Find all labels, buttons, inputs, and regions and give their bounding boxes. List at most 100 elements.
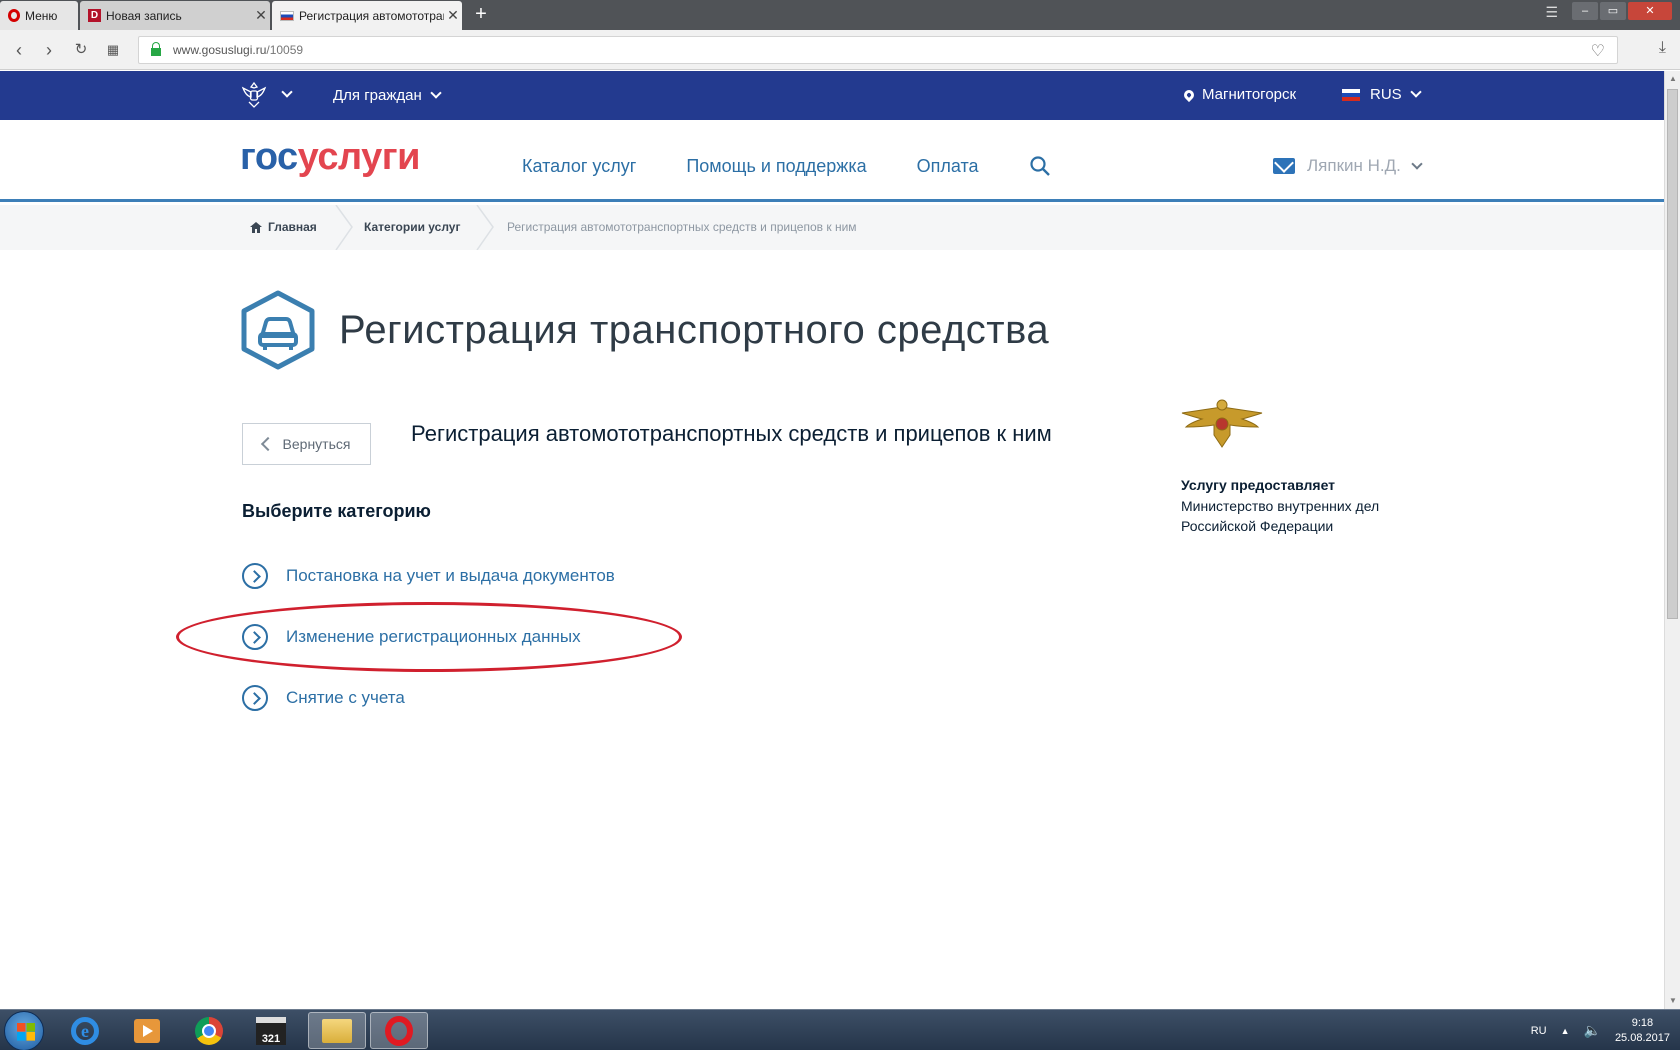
lock-icon <box>151 42 161 56</box>
mvd-eagle-emblem-icon <box>1181 399 1263 448</box>
opera-menu-button[interactable]: Меню <box>0 1 78 30</box>
url-field[interactable]: www.gosuslugi.ru /10059 ♡ <box>138 36 1618 64</box>
chevron-left-icon <box>260 436 275 452</box>
citizens-dropdown[interactable]: Для граждан <box>333 87 442 104</box>
opera-icon <box>385 1015 413 1046</box>
user-name: Ляпкин Н.Д. <box>1307 156 1401 175</box>
logo-part-uslugi: услуги <box>297 136 421 178</box>
taskbar-media-player-classic[interactable]: 321 <box>242 1012 300 1049</box>
show-hidden-icons-icon[interactable]: ▲ <box>1561 1026 1570 1036</box>
input-language[interactable]: RU <box>1531 1025 1547 1037</box>
tab-new-post[interactable]: D Новая запись ✕ <box>80 1 270 30</box>
taskbar-media-player[interactable] <box>118 1012 176 1049</box>
taskbar-chrome[interactable] <box>180 1012 238 1049</box>
language-selector[interactable]: RUS <box>1342 86 1422 103</box>
nav-help[interactable]: Помощь и поддержка <box>686 156 866 177</box>
back-icon[interactable]: ‹ <box>8 39 30 61</box>
breadcrumb: Главная Категории услуг Регистрация авто… <box>0 205 1664 250</box>
breadcrumb-home[interactable]: Главная <box>250 220 317 234</box>
car-hexagon-icon <box>241 290 315 370</box>
url-host: www.gosuslugi.ru <box>173 43 267 57</box>
service-subtitle: Регистрация автомототранспортных средств… <box>411 421 1052 446</box>
russia-flag-icon <box>1342 88 1360 101</box>
windows-taskbar: e 321 RU ▲ 🔈 9:18 25.08.2017 <box>0 1009 1680 1050</box>
user-menu[interactable]: Ляпкин Н.Д. <box>1273 156 1423 176</box>
coat-of-arms-icon[interactable] <box>240 80 268 110</box>
circle-chevron-right-icon <box>242 685 268 711</box>
scroll-down-icon[interactable]: ▼ <box>1665 993 1680 1009</box>
chevron-down-icon <box>430 87 442 99</box>
close-window-button[interactable]: ✕ <box>1628 2 1672 20</box>
tab-title: Новая запись <box>106 8 182 23</box>
window-controls: – ▭ ✕ <box>1572 2 1672 20</box>
provider-label: Услугу предоставляет <box>1181 477 1336 493</box>
bookmark-heart-icon[interactable]: ♡ <box>1591 41 1605 61</box>
category-link-registration[interactable]: Постановка на учет и выдача документов <box>242 563 615 589</box>
location-pin-icon <box>1181 87 1197 102</box>
forward-icon[interactable]: › <box>38 39 60 61</box>
windows-logo-icon <box>17 1023 35 1041</box>
flag-favicon-icon <box>280 10 294 21</box>
page-viewport: Для граждан Магнитогорск RUS госуслуги К… <box>0 71 1664 1009</box>
red-highlight-ellipse <box>176 602 682 672</box>
site-header: госуслуги Каталог услуг Помощь и поддерж… <box>0 120 1664 202</box>
chrome-icon <box>195 1016 223 1045</box>
maximize-button[interactable]: ▭ <box>1600 2 1626 20</box>
url-path: /10059 <box>266 43 304 57</box>
tab-menu-icon[interactable]: ☰ <box>1545 4 1558 21</box>
menu-label: Меню <box>25 8 58 23</box>
city-label: Магнитогорск <box>1202 86 1297 103</box>
breadcrumb-current: Регистрация автомототранспортных средств… <box>507 220 857 234</box>
system-tray: RU ▲ 🔈 9:18 25.08.2017 <box>1531 1010 1680 1050</box>
address-bar: ‹ › ↻ ▦ www.gosuslugi.ru /10059 ♡ ⤓ <box>0 30 1680 70</box>
chevron-down-icon <box>1410 86 1422 98</box>
city-selector[interactable]: Магнитогорск <box>1181 86 1297 103</box>
gosuslugi-logo[interactable]: госуслуги <box>240 136 420 179</box>
download-icon[interactable]: ⤓ <box>1659 39 1666 57</box>
close-tab-icon[interactable]: ✕ <box>252 7 270 24</box>
mail-icon[interactable] <box>1273 158 1295 174</box>
chevron-down-icon[interactable] <box>281 86 293 98</box>
search-icon[interactable] <box>1030 156 1050 176</box>
speed-dial-icon[interactable]: ▦ <box>102 39 124 61</box>
category-link-deregistration[interactable]: Снятие с учета <box>242 685 405 711</box>
nav-payment[interactable]: Оплата <box>917 156 979 177</box>
home-icon <box>250 221 262 233</box>
clock-date: 25.08.2017 <box>1614 1031 1670 1044</box>
logo-part-gos: гос <box>240 136 298 178</box>
main-navigation: Каталог услуг Помощь и поддержка Оплата <box>522 156 979 177</box>
close-tab-icon[interactable]: ✕ <box>444 7 462 24</box>
page-scrollbar[interactable]: ▲ ▼ <box>1664 71 1680 1009</box>
gov-top-bar: Для граждан Магнитогорск RUS <box>0 71 1664 120</box>
nav-catalog[interactable]: Каталог услуг <box>522 156 636 177</box>
folder-icon <box>322 1018 352 1043</box>
category-label: Снятие с учета <box>286 688 405 707</box>
breadcrumb-categories[interactable]: Категории услуг <box>364 220 460 234</box>
volume-icon[interactable]: 🔈 <box>1584 1022 1601 1039</box>
chevron-down-icon <box>1411 158 1423 170</box>
media-player-icon <box>134 1018 160 1043</box>
scroll-up-icon[interactable]: ▲ <box>1665 71 1680 87</box>
new-tab-button[interactable]: + <box>470 4 492 26</box>
citizens-label: Для граждан <box>333 87 422 104</box>
start-button[interactable] <box>4 1011 44 1050</box>
language-label: RUS <box>1370 86 1402 103</box>
back-button[interactable]: Вернуться <box>242 423 371 465</box>
reload-icon[interactable]: ↻ <box>70 39 92 61</box>
internet-explorer-icon: e <box>71 1016 99 1045</box>
provider-name[interactable]: Министерство внутренних дел Российской Ф… <box>1181 496 1411 536</box>
choose-category-heading: Выберите категорию <box>242 501 431 521</box>
page-title: Регистрация транспортного средства <box>339 308 1050 352</box>
minimize-button[interactable]: – <box>1572 2 1598 20</box>
scroll-thumb[interactable] <box>1667 89 1678 619</box>
tab-title: Регистрация автомототранспортных <box>299 8 444 23</box>
opera-logo-icon <box>8 9 20 22</box>
back-button-label: Вернуться <box>282 436 351 452</box>
clock[interactable]: 9:18 25.08.2017 <box>1615 1016 1670 1046</box>
taskbar-opera[interactable] <box>370 1012 428 1049</box>
breadcrumb-separator <box>476 205 494 250</box>
taskbar-internet-explorer[interactable]: e <box>56 1012 114 1049</box>
taskbar-file-explorer[interactable] <box>308 1012 366 1049</box>
tab-registration[interactable]: Регистрация автомототранспортных ✕ <box>272 1 462 30</box>
circle-chevron-right-icon <box>242 563 268 589</box>
